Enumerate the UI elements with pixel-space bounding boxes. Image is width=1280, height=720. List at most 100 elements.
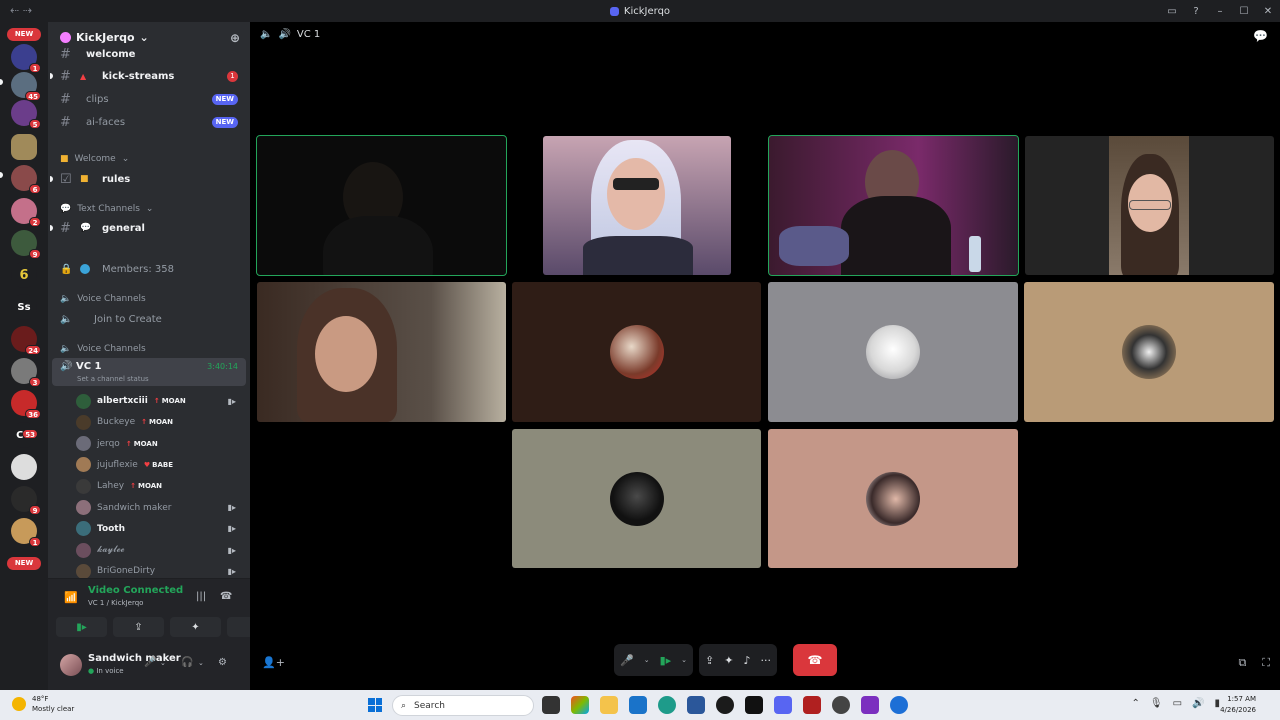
video-tile[interactable] (768, 429, 1018, 568)
help-icon[interactable]: ? (1184, 6, 1208, 17)
discord-icon[interactable] (774, 696, 792, 714)
server-icon[interactable]: 1 (11, 44, 41, 73)
pop-out-icon[interactable]: ⧉ (1238, 656, 1246, 670)
video-tile[interactable] (1025, 136, 1274, 275)
activities-button[interactable]: ✦ (170, 617, 221, 637)
channel-rules[interactable]: ☑ ■ rules (48, 169, 250, 189)
close-button[interactable]: ✕ (1256, 6, 1280, 17)
add-member-icon[interactable]: ⊕ (230, 31, 240, 45)
start-button[interactable] (368, 698, 382, 712)
server-icon-ss[interactable]: Ss (11, 294, 37, 320)
voice-member[interactable]: 𝓴𝓪𝔂𝓵𝓮𝓮 ▮▸ (76, 540, 246, 560)
chevron-down-icon[interactable]: ⌄ (198, 659, 204, 667)
video-tile[interactable] (256, 135, 507, 276)
soundboard-icon[interactable]: ♪ (743, 654, 750, 667)
video-tile[interactable] (768, 135, 1019, 276)
server-icon[interactable]: 1 (11, 518, 41, 547)
file-explorer-icon[interactable] (600, 696, 618, 714)
category-welcome[interactable]: ■ Welcome ⌄ (60, 154, 129, 164)
channel-clips[interactable]: # clips NEW (48, 89, 250, 109)
app-icon[interactable] (890, 696, 908, 714)
avatar[interactable] (60, 654, 82, 676)
channel-status-prompt[interactable]: Set a channel status (77, 375, 149, 383)
app-icon[interactable] (716, 696, 734, 714)
store-icon[interactable] (629, 696, 647, 714)
channel-join-to-create[interactable]: 🔈 Join to Create (48, 309, 250, 329)
app-icon[interactable] (861, 696, 879, 714)
chevron-down-icon[interactable]: ⌄ (160, 659, 166, 667)
server-icon[interactable]: 6 (11, 262, 37, 288)
back-arrow-icon[interactable]: ⇠ ⇢ (10, 4, 32, 17)
gear-icon[interactable]: ⚙ (218, 657, 227, 668)
clock[interactable]: 1:57 AM 4/26/2026 (1220, 694, 1256, 716)
voice-member[interactable]: albertxciii ↑ MOAN ▮▸ (76, 391, 246, 411)
maximize-button[interactable]: ☐ (1232, 6, 1256, 17)
taskbar-search[interactable]: ⌕ Search (392, 695, 534, 716)
network-icon[interactable]: ▭ (1173, 698, 1182, 709)
app-icon[interactable] (745, 696, 763, 714)
video-tile[interactable] (768, 282, 1018, 422)
screen-share-icon[interactable]: ⇪ (705, 654, 714, 667)
server-icon[interactable]: 9 (11, 486, 41, 515)
channel-welcome[interactable]: # welcome (48, 44, 250, 64)
chevron-up-icon[interactable]: ⌃ (1131, 698, 1139, 709)
video-tile[interactable] (1024, 282, 1274, 422)
server-icon[interactable] (11, 454, 37, 480)
copilot-icon[interactable] (571, 696, 589, 714)
category-voice-channels-2[interactable]: 🔈 Voice Channels (60, 344, 146, 354)
voice-channel-vc1[interactable]: 🔊 VC 1 3:40:14 Set a channel status (52, 358, 246, 386)
volume-icon[interactable]: 🔊 (1192, 698, 1204, 709)
new-unreads-pill[interactable]: NEW (7, 28, 41, 41)
mic-control[interactable]: 🎤 ⌄ ▮▸ ⌄ (614, 644, 694, 676)
edge-icon[interactable] (658, 696, 676, 714)
voice-member[interactable]: jujuflexie ♥ BABE (76, 455, 246, 475)
leave-call-button[interactable]: ☎ (793, 644, 837, 676)
channel-kick-streams[interactable]: # ▲ kick-streams 1 (48, 66, 250, 86)
chat-bubble-icon[interactable]: 💬 (1253, 29, 1268, 43)
new-unreads-pill[interactable]: NEW (7, 557, 41, 570)
video-tile[interactable] (257, 282, 506, 422)
more-options-icon[interactable]: ··· (761, 654, 772, 667)
app-icon[interactable] (687, 696, 705, 714)
voice-member[interactable]: Buckeye ↑ MOAN (76, 412, 246, 432)
server-icon[interactable]: 36 (11, 390, 41, 419)
activities-icon[interactable]: ✦ (724, 654, 733, 667)
microphone-icon[interactable]: 🎙 (1150, 698, 1163, 709)
category-text-channels[interactable]: 💬 Text Channels ⌄ (60, 204, 153, 214)
category-voice-channels[interactable]: 🔈 Voice Channels (60, 294, 146, 304)
server-icon[interactable]: 6 (11, 165, 41, 194)
server-icon[interactable] (11, 134, 37, 160)
chevron-down-icon[interactable]: ⌄ (681, 656, 687, 664)
camera-button[interactable]: ▮▸ (56, 617, 107, 637)
camera-icon[interactable]: ▮▸ (660, 654, 672, 667)
fullscreen-icon[interactable]: ⛶ (1262, 656, 1270, 670)
video-tile[interactable] (543, 136, 731, 275)
screen-share-button[interactable]: ⇪ (113, 617, 164, 637)
microphone-icon[interactable]: 🎤 (620, 654, 634, 667)
voice-member[interactable]: jerqo ↑ MOAN (76, 434, 246, 454)
app-icon[interactable] (832, 696, 850, 714)
channel-general[interactable]: # 💬 general (48, 218, 250, 238)
weather-widget[interactable]: 48°F Mostly clear (12, 694, 74, 714)
noise-suppression-icon[interactable]: ||| (196, 591, 206, 602)
channel-members-count[interactable]: 🔒 Members: 358 (48, 259, 250, 279)
channel-ai-faces[interactable]: # ai-faces NEW (48, 112, 250, 132)
voice-member[interactable]: Sandwich maker ▮▸ (76, 498, 246, 518)
task-view-icon[interactable] (542, 696, 560, 714)
headphones-icon[interactable]: 🎧 (181, 657, 193, 668)
app-icon[interactable] (803, 696, 821, 714)
video-tile[interactable] (512, 282, 761, 422)
inbox-icon[interactable]: ▭ (1160, 6, 1184, 17)
server-icon[interactable]: 45 (11, 72, 41, 101)
chevron-down-icon[interactable]: ⌄ (644, 656, 650, 664)
voice-member[interactable]: Lahey ↑ MOAN (76, 476, 246, 496)
server-icon[interactable]: 9 (11, 230, 41, 259)
microphone-icon[interactable]: 🎤 (144, 657, 156, 668)
voice-member[interactable]: Tooth ▮▸ (76, 519, 246, 539)
disconnect-icon[interactable]: ☎ (220, 591, 232, 602)
server-icon[interactable]: 5 (11, 100, 41, 129)
invite-to-voice-icon[interactable]: 👤+ (262, 656, 285, 669)
minimize-button[interactable]: – (1208, 6, 1232, 17)
server-icon[interactable]: 24 (11, 326, 41, 355)
server-icon[interactable]: 3 (11, 358, 41, 387)
